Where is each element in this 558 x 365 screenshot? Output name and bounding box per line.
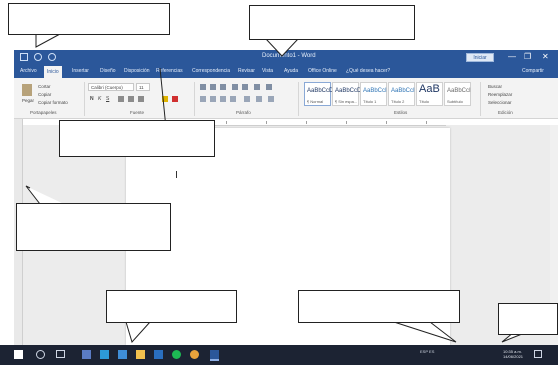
callout-box-document: [298, 290, 460, 323]
pointer-tray: [393, 321, 457, 343]
pointer-taskbar: [125, 321, 151, 343]
pointer-title-bar: [265, 38, 299, 57]
callout-box-ribbon: [59, 120, 215, 157]
callout-box-quick-access: [8, 3, 170, 35]
callout-box-ruler: [16, 203, 171, 251]
pointer-quick-access: [35, 33, 61, 48]
callout-box-taskbar: [106, 290, 237, 323]
callout-pointers: [25, 33, 523, 343]
callout-box-clock: [498, 303, 558, 335]
pointer-ruler: [25, 185, 64, 205]
callout-box-title-bar: [249, 5, 415, 40]
pointer-ribbon: [159, 67, 172, 129]
